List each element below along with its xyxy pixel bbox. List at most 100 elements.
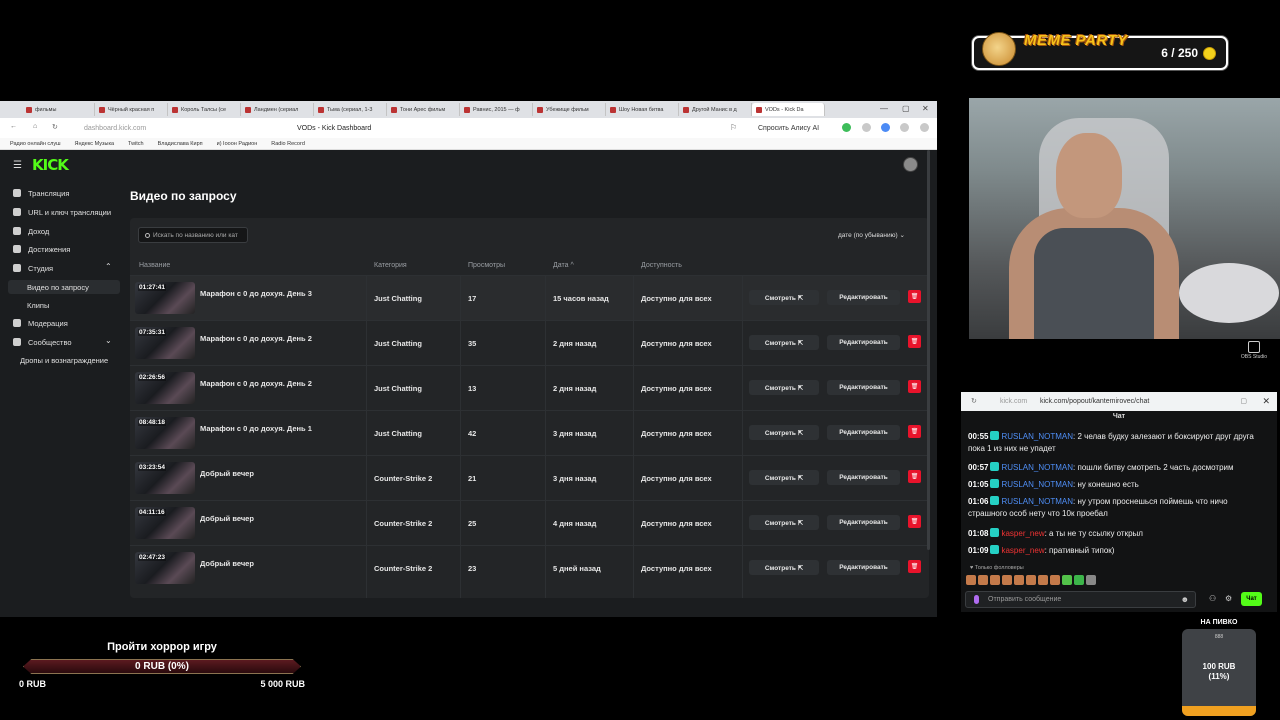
- column-category[interactable]: Категория: [374, 262, 407, 269]
- edit-button[interactable]: Редактировать: [827, 425, 900, 440]
- browser-tab[interactable]: Ландмен (сериал: [241, 103, 314, 116]
- browser-tab[interactable]: VODs - Kick Da: [752, 103, 825, 116]
- emote-picker-icon[interactable]: [974, 595, 979, 604]
- bookmark-item[interactable]: Radio Record: [271, 141, 305, 147]
- message-user[interactable]: kasper_new: [1001, 546, 1044, 555]
- video-thumbnail[interactable]: 08:48:18: [135, 417, 195, 449]
- column-name[interactable]: Название: [139, 262, 170, 269]
- delete-icon[interactable]: 🗑: [908, 290, 921, 303]
- table-row[interactable]: 01:27:41 Марафон с 0 до дохуя. День 3 Just…: [130, 275, 929, 320]
- emote-icon[interactable]: [966, 575, 976, 585]
- extension-icon[interactable]: [881, 123, 890, 132]
- emote-icon[interactable]: [1026, 575, 1036, 585]
- edit-button[interactable]: Редактировать: [827, 515, 900, 530]
- table-row[interactable]: 08:48:18 Марафон с 0 до дохуя. День 1 Just…: [130, 410, 929, 455]
- delete-icon[interactable]: 🗑: [908, 470, 921, 483]
- sidebar-item-url-key[interactable]: URL и ключ трансляции: [0, 206, 111, 218]
- reload-icon[interactable]: ↻: [52, 123, 58, 131]
- emote-icon[interactable]: [1086, 575, 1096, 585]
- table-row[interactable]: 02:26:56 Марафон с 0 до дохуя. День 2 Just…: [130, 365, 929, 410]
- edit-button[interactable]: Редактировать: [827, 380, 900, 395]
- video-thumbnail[interactable]: 02:47:23: [135, 552, 195, 584]
- sidebar-item-clips[interactable]: Клипы: [0, 299, 49, 311]
- chat-input[interactable]: Отправить сообщение ☻: [965, 591, 1196, 608]
- column-date[interactable]: Дата ^: [553, 262, 574, 269]
- watch-button[interactable]: Смотреть ⇱: [749, 290, 819, 305]
- browser-tab[interactable]: Другой Манис в д: [679, 103, 752, 116]
- browser-tab[interactable]: фильмы: [22, 103, 95, 116]
- message-user[interactable]: RUSLAN_NOTMAN: [1001, 480, 1073, 489]
- bookmark-item[interactable]: Twitch: [128, 141, 144, 147]
- maximize-icon[interactable]: ▢: [902, 104, 910, 113]
- delete-icon[interactable]: 🗑: [908, 560, 921, 573]
- browser-tab[interactable]: Равнис, 2015 — ф: [460, 103, 533, 116]
- emote-icon[interactable]: [1062, 575, 1072, 585]
- delete-icon[interactable]: 🗑: [908, 515, 921, 528]
- watch-button[interactable]: Смотреть ⇱: [749, 335, 819, 350]
- extension-icon[interactable]: [920, 123, 929, 132]
- table-row[interactable]: 04:11:16 Добрый вечер Counter-Strike 2 25 4 …: [130, 500, 929, 545]
- minimize-icon[interactable]: —: [880, 104, 888, 113]
- browser-tab[interactable]: Король Талсы (се: [168, 103, 241, 116]
- video-thumbnail[interactable]: 02:26:56: [135, 372, 195, 404]
- bookmark-item[interactable]: Владислава Кирп: [158, 141, 203, 147]
- extension-icon[interactable]: [842, 123, 851, 132]
- edit-button[interactable]: Редактировать: [827, 560, 900, 575]
- emote-icon[interactable]: [1002, 575, 1012, 585]
- url-text[interactable]: dashboard.kick.com: [84, 125, 146, 132]
- emote-icon[interactable]: [1014, 575, 1024, 585]
- table-row[interactable]: 02:47:23 Добрый вечер Counter-Strike 2 23 5 …: [130, 545, 929, 590]
- message-user[interactable]: RUSLAN_NOTMAN: [1001, 497, 1073, 506]
- send-button[interactable]: Чат: [1241, 592, 1262, 606]
- delete-icon[interactable]: 🗑: [908, 380, 921, 393]
- bookmark-icon[interactable]: ⚐: [730, 123, 737, 132]
- emote-icon[interactable]: [978, 575, 988, 585]
- back-icon[interactable]: ←: [10, 123, 17, 130]
- watch-button[interactable]: Смотреть ⇱: [749, 380, 819, 395]
- emote-icon[interactable]: [1074, 575, 1084, 585]
- sidebar-item-moderation[interactable]: Модерация: [0, 317, 68, 329]
- settings-icon[interactable]: ⚙: [1225, 594, 1232, 603]
- column-views[interactable]: Просмотры: [468, 262, 505, 269]
- video-thumbnail[interactable]: 07:35:31: [135, 327, 195, 359]
- browser-tab[interactable]: Тони Арес фильм: [387, 103, 460, 116]
- search-input[interactable]: Искать по названию или кат: [138, 227, 248, 243]
- bookmark-item[interactable]: и) Іооон Радион: [217, 141, 258, 147]
- sidebar-item-drops[interactable]: Дропы и вознаграждение: [0, 354, 108, 366]
- bookmark-item[interactable]: Яндекс Музыка: [75, 141, 114, 147]
- message-user[interactable]: kasper_new: [1001, 529, 1044, 538]
- message-user[interactable]: RUSLAN_NOTMAN: [1001, 432, 1073, 441]
- chevron-up-icon[interactable]: ⌃: [105, 262, 112, 271]
- watch-button[interactable]: Смотреть ⇱: [749, 470, 819, 485]
- sidebar-item-community[interactable]: Сообщество: [0, 336, 72, 348]
- video-thumbnail[interactable]: 03:23:54: [135, 462, 195, 494]
- watch-button[interactable]: Смотреть ⇱: [749, 515, 819, 530]
- close-icon[interactable]: ✕: [1262, 396, 1270, 407]
- chat-url[interactable]: kick.com/popout/kantemirovec/chat: [1040, 398, 1149, 405]
- emote-icon[interactable]: [1038, 575, 1048, 585]
- message-user[interactable]: RUSLAN_NOTMAN: [1001, 463, 1073, 472]
- delete-icon[interactable]: 🗑: [908, 335, 921, 348]
- video-thumbnail[interactable]: 04:11:16: [135, 507, 195, 539]
- alice-button[interactable]: Спросить Алису AI: [758, 125, 819, 132]
- kick-logo[interactable]: KICK: [32, 156, 69, 174]
- sort-dropdown[interactable]: дате (по убыванию) ⌄: [838, 231, 905, 239]
- close-window-icon[interactable]: ✕: [922, 104, 929, 113]
- chevron-down-icon[interactable]: ⌄: [105, 336, 112, 345]
- edit-button[interactable]: Редактировать: [827, 335, 900, 350]
- scrollbar[interactable]: [927, 150, 930, 550]
- video-thumbnail[interactable]: 01:27:41: [135, 282, 195, 314]
- extension-icon[interactable]: [900, 123, 909, 132]
- sidebar-item-studio[interactable]: Студия: [0, 262, 53, 274]
- maximize-icon[interactable]: ▢: [1240, 397, 1247, 405]
- table-row[interactable]: 03:23:54 Добрый вечер Counter-Strike 2 21 3 …: [130, 455, 929, 500]
- browser-tab[interactable]: Убежище фильм: [533, 103, 606, 116]
- emoji-icon[interactable]: ☻: [1181, 595, 1189, 604]
- avatar[interactable]: [903, 157, 918, 172]
- extension-icon[interactable]: [862, 123, 871, 132]
- reload-icon[interactable]: ↻: [971, 397, 977, 405]
- edit-button[interactable]: Редактировать: [827, 470, 900, 485]
- browser-tab[interactable]: Тьма (сериал, 1-3: [314, 103, 387, 116]
- edit-button[interactable]: Редактировать: [827, 290, 900, 305]
- sidebar-item-achievements[interactable]: Достижения: [0, 243, 70, 255]
